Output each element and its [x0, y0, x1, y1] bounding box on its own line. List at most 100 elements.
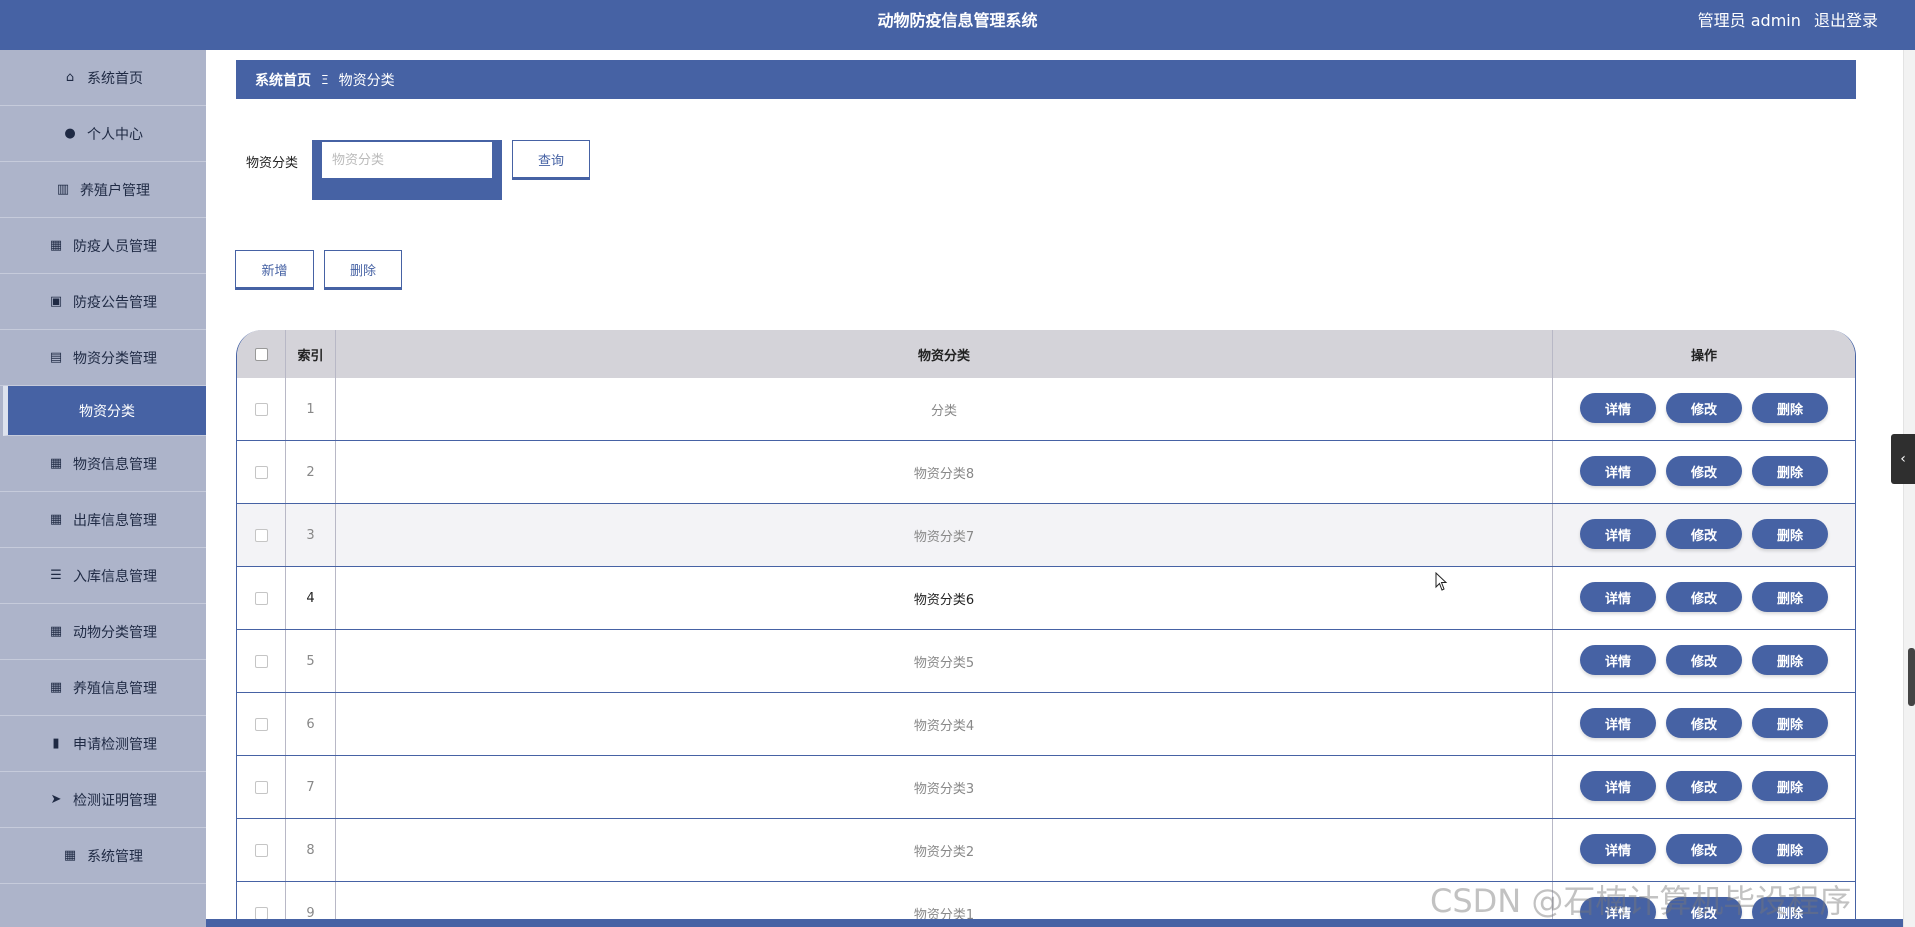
clipboard-icon: ▤ [49, 350, 63, 365]
sidebar-subitem-material-category[interactable]: 物资分类 [3, 386, 206, 436]
app-title: 动物防疫信息管理系统 [877, 11, 1038, 30]
breadcrumb-home[interactable]: 系统首页 [255, 70, 311, 90]
row-checkbox[interactable] [254, 717, 268, 731]
edit-button[interactable]: 修改 [1666, 771, 1742, 801]
select-all-cell [237, 330, 286, 378]
sidebar-item[interactable]: ➤ 检测证明管理 [0, 772, 206, 828]
edit-button[interactable]: 修改 [1666, 519, 1742, 549]
row-checkbox-cell [237, 819, 286, 881]
sidebar-item[interactable]: ▦ 系统管理 [0, 828, 206, 884]
delete-button[interactable]: 删除 [1752, 708, 1828, 738]
header-ops: 操作 [1690, 348, 1717, 364]
row-actions: 详情 修改 删除 [1553, 756, 1855, 818]
edit-button[interactable]: 修改 [1666, 456, 1742, 486]
grid-icon: ▦ [63, 848, 77, 863]
delete-button[interactable]: 删除 [1752, 834, 1828, 864]
detail-button[interactable]: 详情 [1580, 582, 1656, 612]
row-checkbox-cell [237, 441, 286, 503]
books-icon: ▥ [56, 182, 70, 197]
sidebar-item[interactable]: ▥ 养殖户管理 [0, 162, 206, 218]
scrollbar-thumb[interactable] [1908, 648, 1915, 706]
sidebar-item[interactable]: ▦ 防疫人员管理 [0, 218, 206, 274]
sidebar-item-label: 出库信息管理 [73, 512, 157, 529]
sidebar-item[interactable]: ▤ 物资分类管理 [0, 330, 206, 386]
table-row: 2 物资分类8 详情 修改 删除 [237, 441, 1855, 504]
detail-button[interactable]: 详情 [1580, 708, 1656, 738]
row-checkbox[interactable] [254, 906, 268, 920]
row-name: 分类 [336, 378, 1553, 440]
search-input[interactable] [322, 142, 492, 178]
detail-button[interactable]: 详情 [1580, 393, 1656, 423]
briefcase-icon: ▣ [49, 294, 63, 309]
delete-button[interactable]: 删除 [1752, 393, 1828, 423]
row-checkbox[interactable] [254, 843, 268, 857]
detail-button[interactable]: 详情 [1580, 519, 1656, 549]
home-icon: ⌂ [65, 70, 75, 85]
row-checkbox-cell [237, 630, 286, 692]
grid-icon: ▦ [49, 238, 63, 253]
grid-icon: ▦ [49, 512, 63, 527]
select-all-checkbox[interactable] [254, 347, 268, 361]
sidebar-item[interactable]: ☰ 入库信息管理 [0, 548, 206, 604]
row-index: 3 [286, 504, 336, 566]
delete-button[interactable]: 删除 [1752, 582, 1828, 612]
user-icon: ● [64, 126, 76, 141]
row-name: 物资分类3 [336, 756, 1553, 818]
edit-button[interactable]: 修改 [1666, 708, 1742, 738]
page-scrollbar[interactable] [1903, 50, 1915, 927]
sidebar-item[interactable]: ▣ 防疫公告管理 [0, 274, 206, 330]
sidebar-item[interactable]: ▦ 物资信息管理 [0, 436, 206, 492]
row-index: 1 [286, 378, 336, 440]
row-checkbox[interactable] [254, 591, 268, 605]
row-name: 物资分类2 [336, 819, 1553, 881]
edit-button[interactable]: 修改 [1666, 582, 1742, 612]
table-row: 1 分类 详情 修改 删除 [237, 378, 1855, 441]
delete-button[interactable]: 删除 [1752, 771, 1828, 801]
detail-button[interactable]: 详情 [1580, 456, 1656, 486]
row-checkbox-cell [237, 693, 286, 755]
sidebar-item[interactable]: ▦ 动物分类管理 [0, 604, 206, 660]
delete-button[interactable]: 删除 [1752, 456, 1828, 486]
row-actions: 详情 修改 删除 [1553, 693, 1855, 755]
sidebar-item-label: 系统管理 [87, 848, 143, 865]
data-table: 索引 物资分类 操作 1 分类 详情 修改 删除 2 物资分类8 详情 修改 删除 3 物资分类7 详情… [236, 330, 1856, 927]
detail-button[interactable]: 详情 [1580, 645, 1656, 675]
row-checkbox[interactable] [254, 528, 268, 542]
sidebar-item[interactable]: ▮ 申请检测管理 [0, 716, 206, 772]
user-area: 管理员 admin 退出登录 [1690, 0, 1878, 42]
table-row: 6 物资分类4 详情 修改 删除 [237, 693, 1855, 756]
row-actions: 详情 修改 删除 [1553, 441, 1855, 503]
sidebar-item-label: 防疫公告管理 [73, 294, 157, 311]
add-button[interactable]: 新增 [235, 250, 314, 290]
sidebar-item-label: 入库信息管理 [73, 568, 157, 585]
detail-button[interactable]: 详情 [1580, 771, 1656, 801]
breadcrumb-current: 物资分类 [338, 72, 395, 89]
sidebar-item-label: 物资分类管理 [73, 350, 157, 367]
delete-button[interactable]: 删除 [1752, 645, 1828, 675]
sidebar-item-label: 个人中心 [87, 126, 143, 143]
row-actions: 详情 修改 删除 [1553, 504, 1855, 566]
edit-button[interactable]: 修改 [1666, 834, 1742, 864]
batch-delete-button[interactable]: 删除 [324, 250, 402, 290]
collapse-panel-button[interactable]: ‹ [1891, 434, 1915, 484]
edit-button[interactable]: 修改 [1666, 393, 1742, 423]
detail-button[interactable]: 详情 [1580, 834, 1656, 864]
watermark: CSDN @石楠计算机毕设程序 [1430, 882, 1852, 920]
sidebar-item[interactable]: ⌂ 系统首页 [0, 50, 206, 106]
logout-link[interactable]: 退出登录 [1814, 11, 1878, 30]
row-checkbox[interactable] [254, 465, 268, 479]
edit-button[interactable]: 修改 [1666, 645, 1742, 675]
table-row: 7 物资分类3 详情 修改 删除 [237, 756, 1855, 819]
delete-button[interactable]: 删除 [1752, 519, 1828, 549]
query-button[interactable]: 查询 [512, 140, 590, 180]
row-checkbox[interactable] [254, 654, 268, 668]
send-icon: ➤ [50, 792, 62, 807]
sidebar-item[interactable]: ▦ 养殖信息管理 [0, 660, 206, 716]
row-checkbox[interactable] [254, 780, 268, 794]
row-index: 5 [286, 630, 336, 692]
row-checkbox[interactable] [254, 402, 268, 416]
row-index: 7 [286, 756, 336, 818]
sidebar-item[interactable]: ▦ 出库信息管理 [0, 492, 206, 548]
table-row: 5 物资分类5 详情 修改 删除 [237, 630, 1855, 693]
sidebar-item[interactable]: ● 个人中心 [0, 106, 206, 162]
